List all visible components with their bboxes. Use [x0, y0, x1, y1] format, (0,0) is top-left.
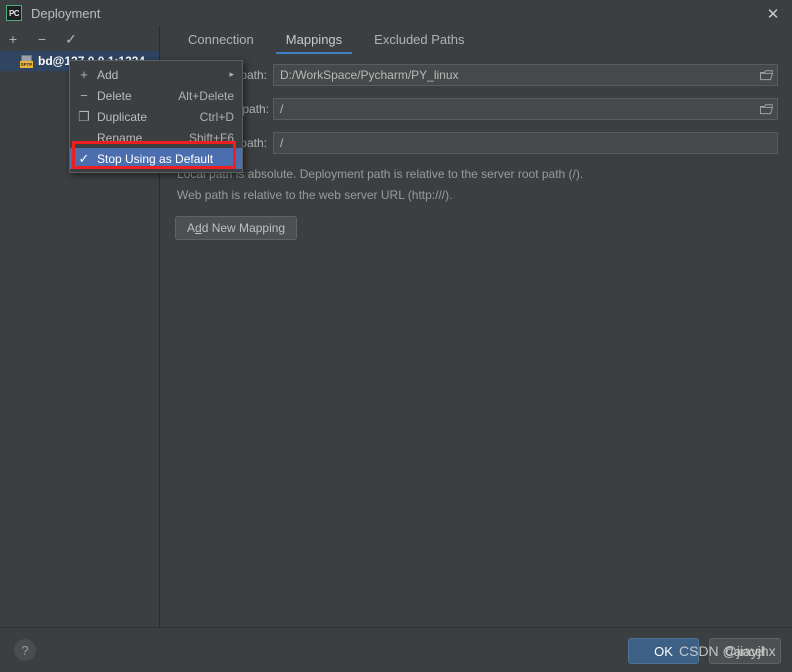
menu-item-duplicate[interactable]: ❐ Duplicate Ctrl+D: [70, 106, 242, 127]
help-icon[interactable]: ?: [14, 639, 36, 661]
chevron-right-icon: ▸: [229, 69, 234, 79]
tab-bar: Connection Mappings Excluded Paths: [161, 26, 792, 54]
close-icon[interactable]: ✕: [759, 3, 787, 25]
plus-icon: +: [80, 67, 88, 82]
dialog-footer: ? OK Cancel: [0, 627, 792, 672]
main-panel: Connection Mappings Excluded Paths Local…: [161, 26, 792, 627]
tab-excluded-paths[interactable]: Excluded Paths: [358, 32, 480, 54]
duplicate-icon: ❐: [78, 109, 90, 124]
menu-item-rename-label: Rename: [97, 130, 143, 145]
hint-line-2: Web path is relative to the web server U…: [177, 188, 453, 202]
menu-item-delete-label: Delete: [97, 88, 132, 103]
deployment-path-field[interactable]: [273, 98, 778, 120]
title-bar: PC Deployment ✕: [0, 0, 792, 26]
sftp-icon: SFTP: [20, 54, 33, 68]
web-path-row: Web path:: [175, 132, 778, 154]
menu-item-stop-using-as-default-label: Stop Using as Default: [97, 151, 214, 166]
local-path-field[interactable]: [273, 64, 778, 86]
check-icon: ✓: [78, 151, 90, 166]
local-path-row: Local path:: [175, 64, 778, 86]
pycharm-logo-icon: PC: [6, 5, 22, 21]
menu-item-stop-using-as-default[interactable]: ✓ Stop Using as Default: [70, 148, 242, 169]
menu-item-delete[interactable]: − Delete Alt+Delete: [70, 85, 242, 106]
web-path-input[interactable]: [274, 133, 777, 153]
use-as-default-button[interactable]: ✓: [63, 31, 79, 47]
add-new-mapping-button[interactable]: Add New Mapping: [175, 216, 298, 240]
menu-item-delete-shortcut: Alt+Delete: [178, 88, 234, 103]
folder-icon[interactable]: [755, 99, 777, 119]
deployment-dialog: PC Deployment ✕ + − ✓ SFTP bd@127.0.0.1:…: [0, 0, 792, 672]
minus-icon: −: [80, 88, 88, 103]
add-server-button[interactable]: +: [5, 31, 21, 47]
add-new-mapping-label: A: [187, 221, 196, 235]
dialog-title: Deployment: [31, 5, 101, 21]
local-path-input[interactable]: [274, 65, 755, 85]
context-menu: + Add ▸ − Delete Alt+Delete ❐ Duplicate …: [69, 60, 243, 173]
add-new-mapping-label-rest: d New Mapping: [201, 221, 286, 235]
menu-item-rename-shortcut: Shift+F6: [188, 130, 234, 145]
menu-item-add[interactable]: + Add ▸: [70, 64, 242, 85]
sidebar-toolbar: + − ✓: [0, 26, 159, 51]
folder-icon[interactable]: [755, 65, 777, 85]
web-path-field[interactable]: [273, 132, 778, 154]
tab-mappings[interactable]: Mappings: [270, 32, 358, 54]
remove-server-button[interactable]: −: [34, 31, 50, 47]
ok-button[interactable]: OK: [628, 638, 699, 664]
menu-item-rename[interactable]: Rename Shift+F6: [70, 127, 242, 148]
menu-item-duplicate-label: Duplicate: [97, 109, 148, 124]
deployment-path-input[interactable]: [274, 99, 755, 119]
cancel-button[interactable]: Cancel: [709, 638, 781, 664]
tab-connection[interactable]: Connection: [172, 32, 270, 54]
menu-item-add-label: Add: [97, 67, 119, 82]
hint-line-1: Local path is absolute. Deployment path …: [177, 167, 584, 181]
mappings-form: Local path: Deployment path:: [161, 54, 792, 240]
add-new-mapping-mnemonic: d: [195, 221, 202, 235]
deployment-path-row: Deployment path:: [175, 98, 778, 120]
menu-item-duplicate-shortcut: Ctrl+D: [199, 109, 234, 124]
